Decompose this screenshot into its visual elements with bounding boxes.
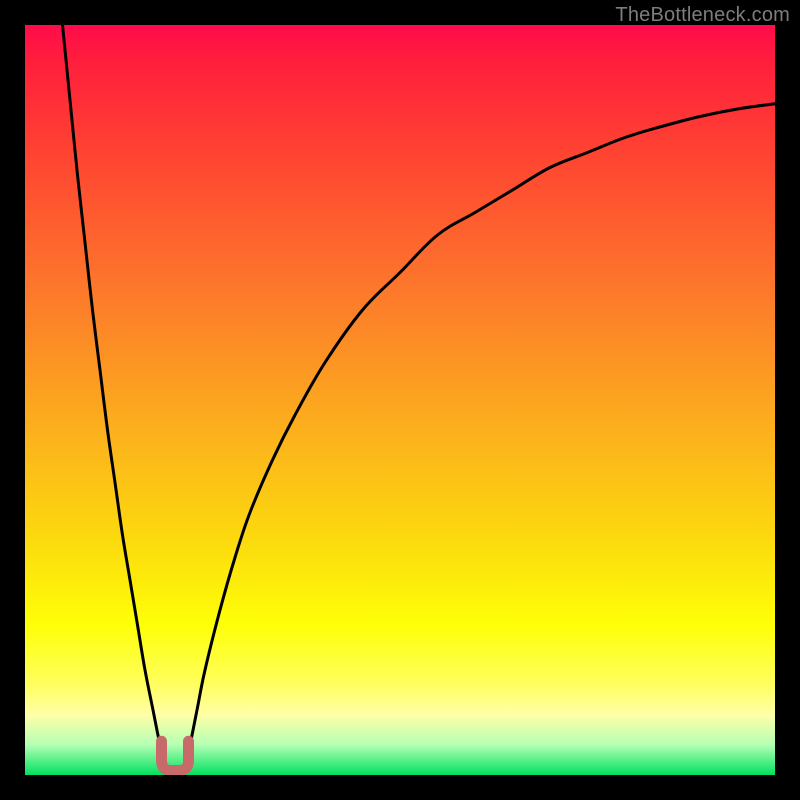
curve-right-branch (185, 104, 775, 768)
minimum-marker (162, 741, 189, 770)
watermark-text: TheBottleneck.com (615, 4, 790, 27)
curve-left-branch (63, 25, 166, 768)
curve-svg (25, 25, 775, 775)
chart-stage: TheBottleneck.com (0, 0, 800, 800)
plot-area (25, 25, 775, 775)
